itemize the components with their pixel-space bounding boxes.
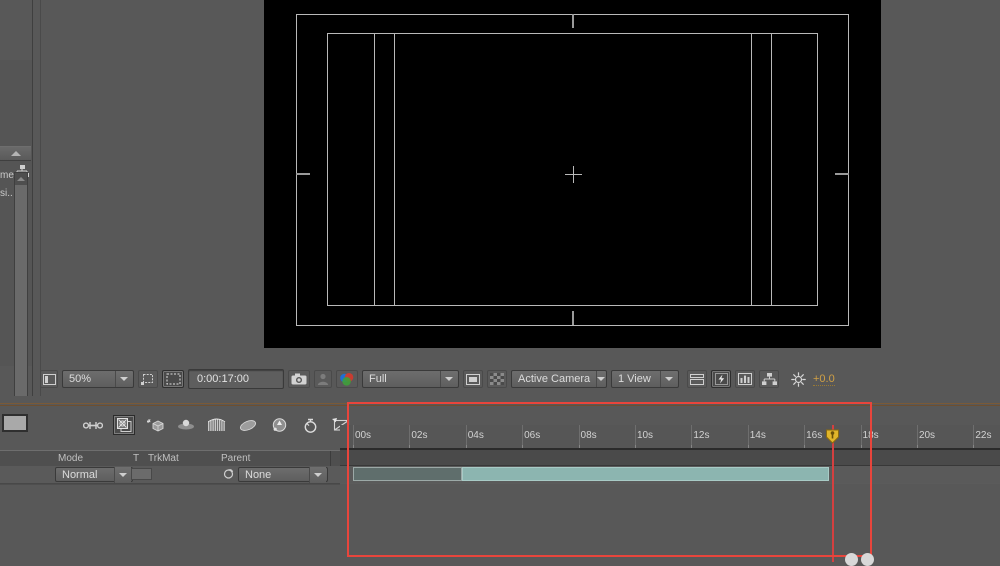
panel-divider-left-2 bbox=[40, 0, 41, 396]
3d-layer-new-icon[interactable] bbox=[144, 415, 166, 435]
current-time-field[interactable]: 0:00:17:00 bbox=[188, 369, 284, 389]
column-header-mode: Mode bbox=[58, 453, 84, 464]
scroll-up-icon[interactable] bbox=[16, 174, 26, 183]
timeline-track-area[interactable] bbox=[340, 450, 1000, 562]
chevron-down-icon[interactable] bbox=[596, 371, 606, 387]
frame-blending-icon[interactable] bbox=[237, 415, 259, 435]
current-time-indicator[interactable] bbox=[832, 425, 835, 562]
chevron-down-icon[interactable] bbox=[309, 466, 326, 483]
chevron-down-icon[interactable] bbox=[114, 466, 131, 483]
left-panel-remnant: me si.. bbox=[0, 60, 33, 446]
comp-mini-flowchart-icon[interactable] bbox=[759, 370, 779, 388]
resolution-popup[interactable]: Full bbox=[362, 370, 459, 388]
track-header-strip bbox=[340, 450, 1000, 466]
toggle-switches-modes-icon[interactable] bbox=[82, 415, 104, 435]
vertical-guide-4 bbox=[771, 33, 772, 306]
ruler-label: 02s bbox=[411, 430, 428, 441]
column-header-trkmat: TrkMat bbox=[148, 453, 179, 464]
graph-editor-icon[interactable] bbox=[206, 415, 228, 435]
shy-layers-icon[interactable] bbox=[299, 415, 321, 435]
vertical-guide-1 bbox=[374, 33, 375, 306]
motion-blur-icon[interactable] bbox=[175, 415, 197, 435]
draft-3d-icon[interactable] bbox=[268, 415, 290, 435]
comp-layer-icon[interactable] bbox=[113, 415, 135, 435]
fast-previews-icon[interactable] bbox=[711, 370, 731, 388]
vertical-guide-3 bbox=[751, 33, 752, 306]
ruler-label: 12s bbox=[693, 430, 710, 441]
ruler-label: 00s bbox=[354, 430, 372, 441]
layer-duration-row[interactable] bbox=[340, 466, 1000, 483]
select-view-layout[interactable]: 1 View bbox=[611, 370, 679, 388]
safe-tick-top bbox=[572, 14, 574, 28]
cursor-dot-left bbox=[845, 553, 858, 566]
timeline-switch-icons bbox=[82, 414, 352, 436]
chevron-down-icon[interactable] bbox=[440, 371, 457, 387]
3d-view-popup[interactable]: Active Camera bbox=[511, 370, 607, 388]
timeline-top-accent bbox=[0, 403, 1000, 404]
column-header-t: T bbox=[133, 453, 140, 464]
layer-color-swatch[interactable] bbox=[2, 414, 28, 432]
grid-and-guides-icon[interactable] bbox=[162, 370, 184, 388]
take-snapshot-icon[interactable] bbox=[288, 370, 310, 388]
region-of-interest-icon[interactable] bbox=[138, 370, 158, 388]
pixel-aspect-correction-icon[interactable] bbox=[687, 370, 707, 388]
layer-duration-bar[interactable] bbox=[353, 467, 462, 481]
panel-divider-left bbox=[32, 0, 33, 396]
current-time-indicator-icon[interactable] bbox=[825, 429, 840, 444]
ruler-label: 22s bbox=[975, 430, 992, 441]
layer-duration-bar-active[interactable] bbox=[462, 467, 829, 481]
safe-tick-right bbox=[835, 173, 849, 175]
ruler-label: 04s bbox=[467, 430, 484, 441]
safe-tick-bottom bbox=[572, 311, 574, 325]
sidebar-scrollbar[interactable] bbox=[14, 172, 28, 422]
adjust-exposure-icon[interactable] bbox=[787, 370, 809, 388]
parent-pickwhip-icon[interactable] bbox=[221, 468, 235, 480]
collapse-chevron-icon bbox=[10, 151, 21, 156]
comp-flowchart-icon[interactable] bbox=[735, 370, 755, 388]
ruler-label: 10s bbox=[636, 430, 654, 441]
ruler-label: 14s bbox=[749, 430, 766, 441]
ruler-label: 08s bbox=[580, 430, 597, 441]
toggle-transparency-grid-icon[interactable] bbox=[487, 370, 507, 388]
panel-collapse-bar[interactable] bbox=[0, 146, 31, 161]
show-channel-icon[interactable] bbox=[336, 370, 358, 388]
ruler-label: 18s bbox=[862, 430, 879, 441]
column-header-parent: Parent bbox=[221, 453, 251, 464]
ruler-label: 16s bbox=[806, 430, 823, 441]
viewer-toolbar: 50% 0:00:17:00 Full Active Camera 1 View… bbox=[40, 367, 1000, 391]
magnification-ratio[interactable]: 50% bbox=[62, 370, 134, 388]
exposure-value[interactable]: +0.0 bbox=[813, 373, 835, 386]
scrollbar-thumb[interactable] bbox=[15, 185, 27, 411]
timeline-empty-body[interactable] bbox=[340, 484, 1000, 562]
preserve-transparency-checkbox[interactable] bbox=[131, 468, 152, 480]
layer-mode-dropdown[interactable]: Normal bbox=[55, 466, 133, 483]
ruler-label: 06s bbox=[524, 430, 541, 441]
cursor-dot-right bbox=[861, 553, 874, 566]
show-snapshot-icon[interactable] bbox=[314, 370, 332, 388]
region-of-interest-toggle[interactable] bbox=[463, 370, 483, 388]
always-preview-icon[interactable] bbox=[40, 370, 58, 388]
chevron-down-icon[interactable] bbox=[660, 371, 677, 387]
timeline-top-accent-2 bbox=[0, 405, 1000, 406]
ruler-label: 20s bbox=[918, 430, 936, 441]
chevron-down-icon[interactable] bbox=[115, 371, 132, 387]
center-crosshair-icon bbox=[564, 166, 582, 183]
after-effects-window: me si.. 50% 0:00:17:00 Full Active Camer… bbox=[0, 0, 1000, 566]
safe-tick-left bbox=[296, 173, 310, 175]
vertical-guide-2 bbox=[394, 33, 395, 306]
parent-dropdown[interactable]: None bbox=[238, 466, 328, 483]
composition-viewer[interactable] bbox=[264, 0, 881, 348]
